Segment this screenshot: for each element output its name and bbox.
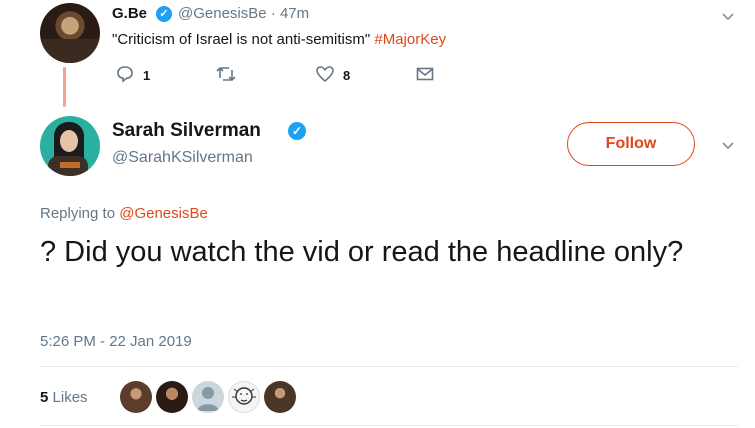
thread-connector-line (63, 67, 66, 107)
main-display-name[interactable]: Sarah Silverman (112, 120, 261, 142)
sketch-face-icon (232, 387, 256, 405)
main-handle[interactable]: @SarahKSilverman (112, 149, 253, 167)
avatar-genesisbe[interactable] (40, 3, 100, 63)
like-icon[interactable] (315, 64, 335, 87)
likes-count: 5 (40, 389, 49, 406)
likes-count-link[interactable]: 5 Likes (40, 389, 88, 406)
divider (40, 425, 738, 426)
liker-avatar-default[interactable] (192, 381, 224, 413)
retweet-button[interactable] (215, 64, 237, 87)
message-button[interactable] (415, 64, 435, 87)
liker-avatar[interactable] (120, 381, 152, 413)
reply-count: 1 (143, 68, 151, 83)
tweet-timestamp[interactable]: 5:26 PM - 22 Jan 2019 (40, 333, 192, 350)
avatar-sarahksilverman[interactable] (40, 116, 100, 176)
parent-handle[interactable]: @GenesisBe (178, 5, 267, 22)
replying-prefix: Replying to (40, 205, 116, 222)
parent-display-name[interactable]: G.Be (112, 5, 147, 22)
chevron-down-icon[interactable] (720, 137, 736, 158)
parent-time-ago[interactable]: · 47m (271, 5, 309, 22)
replying-mention-link[interactable]: @GenesisBe (119, 205, 208, 222)
parent-handle-time[interactable]: @GenesisBe · 47m (178, 5, 309, 22)
like-button[interactable]: 8 (315, 64, 350, 87)
verified-badge-icon: ✓ (288, 122, 306, 140)
message-icon[interactable] (415, 64, 435, 87)
divider (40, 366, 738, 367)
liker-avatar[interactable] (264, 381, 296, 413)
chevron-down-icon[interactable] (720, 8, 736, 29)
liker-avatar[interactable] (156, 381, 188, 413)
like-count: 8 (343, 68, 351, 83)
reply-icon[interactable] (115, 64, 135, 87)
main-tweet-text: ? Did you watch the vid or read the head… (40, 236, 684, 268)
hashtag-link[interactable]: #MajorKey (374, 31, 446, 48)
retweet-icon[interactable] (215, 64, 237, 87)
verified-badge-icon: ✓ (156, 6, 172, 22)
replying-to-line: Replying to @GenesisBe (40, 205, 208, 222)
default-user-icon (197, 387, 219, 411)
follow-button[interactable]: Follow (567, 122, 695, 166)
reply-button[interactable]: 1 (115, 64, 150, 87)
likes-label: Likes (52, 389, 88, 406)
parent-tweet-text: "Criticism of Israel is not anti-semitis… (112, 31, 446, 48)
liker-avatar-sketch[interactable] (228, 381, 260, 413)
parent-tweet-quote: "Criticism of Israel is not anti-semitis… (112, 31, 371, 48)
